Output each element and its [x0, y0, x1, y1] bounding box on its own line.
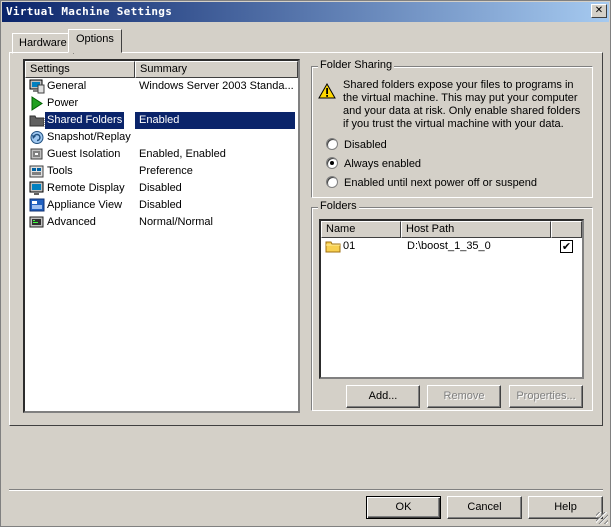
- summary-column-header[interactable]: Summary: [135, 61, 298, 78]
- settings-item-summary: Enabled: [135, 112, 295, 129]
- settings-item-summary: Disabled: [139, 199, 182, 211]
- settings-item-label: Appliance View: [47, 199, 123, 211]
- radio-label: Always enabled: [344, 158, 422, 170]
- tab-options[interactable]: Options: [68, 29, 122, 53]
- settings-item-summary: Disabled: [139, 182, 182, 194]
- settings-row-remote-display[interactable]: Remote Display Disabled: [25, 180, 298, 197]
- settings-row-advanced[interactable]: Advanced Normal/Normal: [25, 214, 298, 231]
- folder-name: 01: [343, 240, 356, 252]
- folder-sharing-group: Folder Sharing Shared folders expose you…: [311, 59, 593, 198]
- window-title: Virtual Machine Settings: [6, 5, 173, 18]
- advanced-icon: [29, 216, 44, 228]
- radio-button[interactable]: [326, 157, 338, 169]
- settings-column-header[interactable]: Settings: [25, 61, 135, 78]
- radio-label: Disabled: [344, 139, 387, 151]
- radio-button[interactable]: [326, 176, 338, 188]
- resize-grip[interactable]: [596, 512, 608, 524]
- tab-hardware-label: Hardware: [19, 37, 67, 49]
- settings-row-power[interactable]: Power: [25, 95, 298, 112]
- radio-always-enabled[interactable]: Always enabled: [326, 157, 421, 172]
- close-icon: ✕: [594, 5, 604, 16]
- properties-button-label: Properties...: [516, 390, 576, 402]
- snapshot-icon: [30, 131, 44, 144]
- settings-item-label: Remote Display: [47, 182, 125, 194]
- settings-row-general[interactable]: General Windows Server 2003 Standa...: [25, 78, 298, 95]
- settings-row-guest-isolation[interactable]: Guest Isolation Enabled, Enabled: [25, 146, 298, 163]
- help-button-label: Help: [554, 501, 577, 513]
- settings-item-summary: Preference: [139, 165, 193, 177]
- warning-icon: [318, 83, 336, 99]
- settings-item-label: Advanced: [47, 216, 96, 228]
- settings-item-label: Snapshot/Replay: [47, 131, 131, 143]
- settings-item-label: General: [47, 80, 87, 92]
- folder-enabled-checkbox[interactable]: ✔: [560, 240, 573, 253]
- appliance-icon: [29, 198, 45, 212]
- settings-list-header: Settings Summary: [25, 61, 298, 78]
- radio-disabled[interactable]: Disabled: [326, 138, 387, 153]
- cancel-button-label: Cancel: [467, 501, 502, 513]
- tab-hardware[interactable]: Hardware: [12, 33, 74, 54]
- host-path-column-header[interactable]: Host Path: [401, 221, 551, 238]
- isolation-icon: [30, 148, 43, 160]
- play-icon: [31, 96, 43, 111]
- folder-row[interactable]: 01 D:\boost_1_35_0 ✔: [321, 238, 582, 255]
- close-button[interactable]: ✕: [591, 4, 607, 18]
- settings-item-label: Power: [47, 97, 79, 109]
- tab-options-label: Options: [76, 33, 114, 45]
- folders-title: Folders: [318, 200, 359, 212]
- remove-button-label: Remove: [443, 390, 485, 402]
- folder-host-path: D:\boost_1_35_0: [407, 240, 491, 252]
- settings-item-summary: Enabled, Enabled: [139, 148, 226, 160]
- settings-item-summary: Normal/Normal: [139, 216, 213, 228]
- folder-icon: [325, 241, 341, 253]
- folder-icon: [29, 115, 45, 127]
- title-bar[interactable]: Virtual Machine Settings: [2, 2, 609, 22]
- warning-message: Shared folders expose your files to prog…: [343, 79, 581, 130]
- folder-sharing-title: Folder Sharing: [318, 59, 395, 71]
- remove-button[interactable]: Remove: [427, 385, 501, 408]
- cancel-button[interactable]: Cancel: [447, 496, 522, 519]
- settings-item-label: Tools: [47, 165, 73, 177]
- add-button-label: Add...: [368, 390, 398, 402]
- settings-item-summary: Windows Server 2003 Standa...: [139, 80, 294, 92]
- ok-button[interactable]: OK: [366, 496, 441, 519]
- settings-row-tools[interactable]: Tools Preference: [25, 163, 298, 180]
- tools-icon: [29, 165, 44, 178]
- add-button[interactable]: Add...: [346, 385, 420, 408]
- settings-row-snapshot-replay[interactable]: Snapshot/Replay: [25, 129, 298, 146]
- radio-label: Enabled until next power off or suspend: [344, 177, 538, 189]
- settings-row-appliance-view[interactable]: Appliance View Disabled: [25, 197, 298, 214]
- settings-dialog: Virtual Machine Settings ✕ Hardware Opti…: [0, 0, 611, 527]
- radio-enabled-until-power-off[interactable]: Enabled until next power off or suspend: [326, 176, 537, 191]
- footer-separator: [9, 489, 603, 491]
- radio-button[interactable]: [326, 138, 338, 150]
- help-button[interactable]: Help: [528, 496, 603, 519]
- folders-list-header: Name Host Path: [321, 221, 582, 238]
- settings-item-label: Guest Isolation: [47, 148, 121, 160]
- enabled-column-header[interactable]: [551, 221, 582, 238]
- remote-display-icon: [29, 181, 44, 195]
- settings-list[interactable]: Settings Summary General Windows Server …: [23, 59, 300, 413]
- monitor-icon: [29, 79, 45, 94]
- settings-item-label: Shared Folders: [43, 111, 126, 130]
- folders-group: Folders Name Host Path 01 D:\boost_1_35_…: [311, 200, 593, 411]
- settings-row-shared-folders[interactable]: Shared Folders Enabled: [25, 111, 298, 130]
- ok-button-label: OK: [395, 501, 412, 513]
- properties-button[interactable]: Properties...: [509, 385, 583, 408]
- folders-list[interactable]: Name Host Path 01 D:\boost_1_35_0 ✔: [319, 219, 584, 379]
- name-column-header[interactable]: Name: [321, 221, 401, 238]
